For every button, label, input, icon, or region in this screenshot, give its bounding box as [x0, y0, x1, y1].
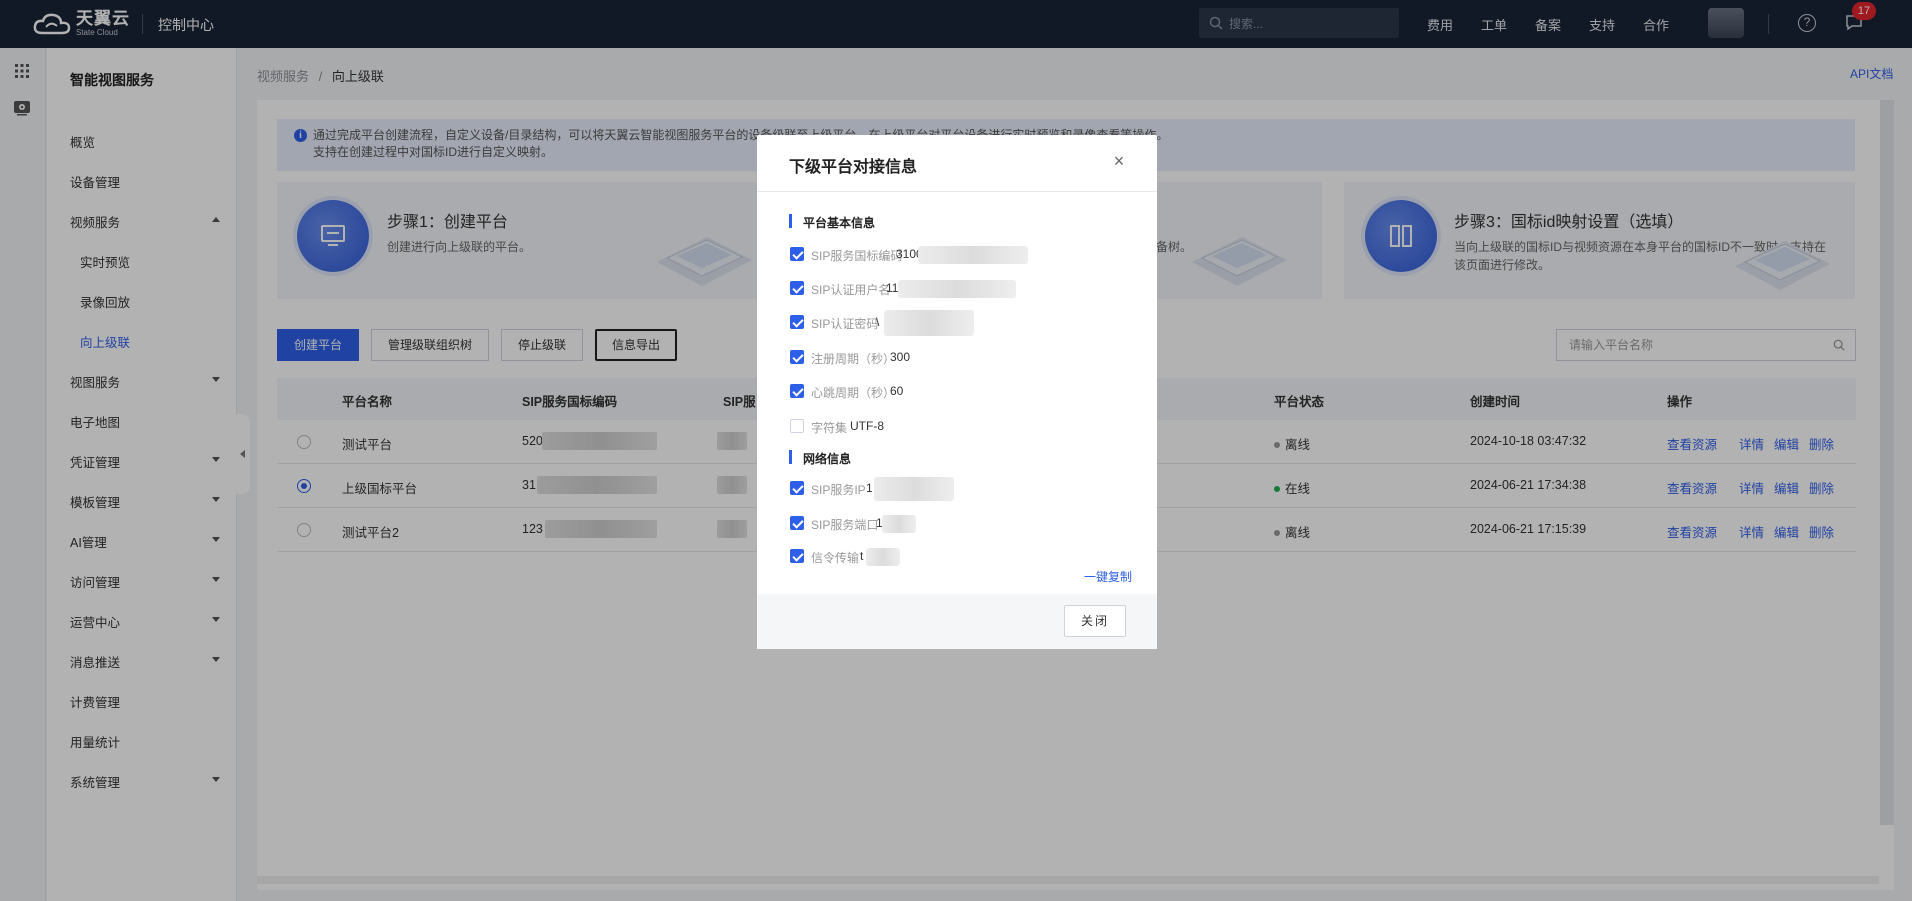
field-label: SIP服务国标编码 [811, 249, 903, 263]
field-value: 300 [890, 350, 911, 364]
field-value: 60 [890, 384, 904, 398]
divider [757, 191, 1157, 192]
redacted-value [882, 515, 916, 533]
field-checkbox[interactable] [790, 549, 804, 563]
field-checkbox[interactable] [790, 516, 804, 530]
field-checkbox[interactable] [790, 350, 804, 364]
field-label: SIP服务端口 [811, 518, 879, 532]
redacted-value [884, 310, 974, 336]
redacted-value [874, 477, 954, 501]
redacted-value [866, 548, 900, 566]
field-label: 信令传输 [811, 551, 860, 565]
dialog-title: 下级平台对接信息 [789, 159, 918, 176]
field-value: UTF-8 [850, 419, 884, 433]
field-checkbox[interactable] [790, 315, 804, 329]
field-checkbox[interactable] [790, 384, 804, 398]
field-label: SIP服务IP [811, 483, 866, 497]
field-value: 1 [866, 481, 873, 495]
close-button[interactable]: 关闭 [1064, 605, 1126, 637]
field-label: 字符集 [811, 421, 848, 435]
field-checkbox[interactable] [790, 281, 804, 295]
field-checkbox[interactable] [790, 247, 804, 261]
redacted-value [898, 280, 1016, 298]
field-checkbox[interactable] [790, 419, 804, 433]
field-label: SIP认证用户名 [811, 283, 891, 297]
field-label: SIP认证密码 [811, 317, 879, 331]
field-checkbox[interactable] [790, 481, 804, 495]
connection-info-dialog: 下级平台对接信息 × 平台基本信息 SIP服务国标编码 3100 SIP认证用户… [757, 135, 1157, 649]
section-basic-info: 平台基本信息 [789, 214, 875, 231]
field-value: t [860, 549, 864, 563]
field-label: 注册周期（秒） [811, 352, 896, 366]
close-icon[interactable]: × [1109, 151, 1129, 171]
field-label: 心跳周期（秒） [811, 386, 896, 400]
field-value: 11 [886, 281, 899, 295]
section-network-info: 网络信息 [789, 450, 851, 467]
redacted-value [918, 246, 1028, 264]
copy-all-link[interactable]: 一键复制 [1084, 568, 1132, 585]
field-value: \ [876, 315, 880, 329]
